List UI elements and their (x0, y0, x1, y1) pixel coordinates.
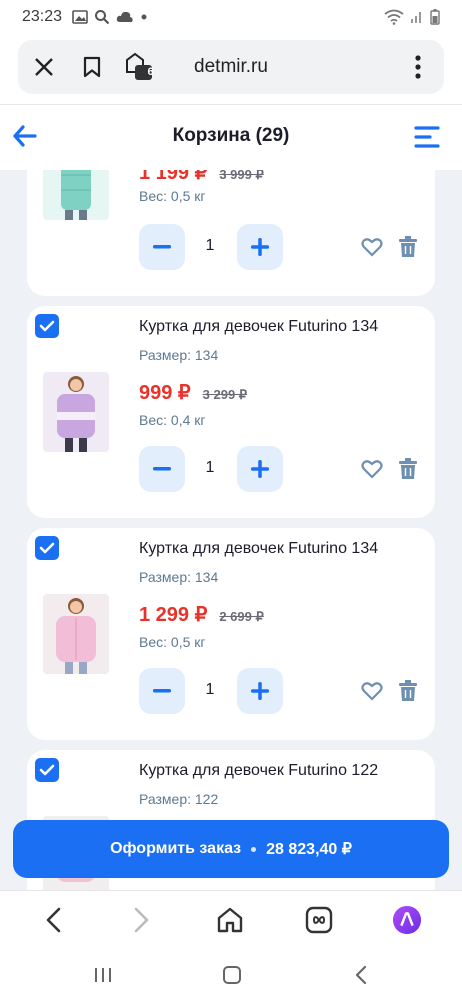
item-old-price: 3 299 ₽ (202, 387, 248, 402)
recent-apps-icon[interactable] (90, 962, 116, 988)
item-weight: Вес: 0,4 кг (139, 412, 206, 428)
close-icon[interactable] (30, 53, 58, 81)
item-checkbox[interactable] (35, 536, 59, 560)
item-checkbox[interactable] (35, 314, 59, 338)
favorite-heart-icon[interactable] (360, 457, 384, 481)
item-checkbox[interactable] (35, 758, 59, 782)
increase-qty-button[interactable] (237, 224, 283, 270)
item-weight: Вес: 0,5 кг (139, 634, 206, 650)
item-weight: Вес: 0,5 кг (139, 188, 206, 204)
home-system-icon[interactable] (219, 962, 245, 988)
signal-icon (411, 12, 421, 23)
tabs-switcher-icon[interactable] (304, 905, 334, 935)
decrease-qty-button[interactable] (139, 446, 185, 492)
delete-trash-icon[interactable] (396, 235, 420, 259)
product-image[interactable] (43, 594, 109, 674)
decrease-qty-button[interactable] (139, 668, 185, 714)
item-name[interactable]: Куртка для девочек Futurino 134 (139, 540, 378, 558)
tabs-icon[interactable]: 6 (122, 52, 156, 81)
cart-item: 1 199 ₽ 3 999 ₽ Вес: 0,5 кг 1 (27, 170, 435, 296)
separator-dot (251, 846, 257, 852)
decrease-qty-button[interactable] (139, 224, 185, 270)
battery-icon (430, 9, 440, 25)
bookmark-icon[interactable] (78, 53, 106, 81)
more-menu-icon[interactable] (404, 53, 432, 81)
gallery-icon (72, 10, 88, 24)
cart-list: 1 199 ₽ 3 999 ₽ Вес: 0,5 кг 1 Куртка для… (0, 170, 462, 900)
cloud-icon (116, 11, 133, 22)
item-name[interactable]: Куртка для девочек Futurino 122 (139, 762, 378, 780)
item-old-price: 2 699 ₽ (219, 609, 264, 624)
increase-qty-button[interactable] (237, 446, 283, 492)
menu-icon[interactable] (414, 125, 440, 154)
wifi-icon (384, 9, 404, 25)
delete-trash-icon[interactable] (396, 457, 420, 481)
item-price: 1 299 ₽ (139, 604, 208, 626)
favorite-heart-icon[interactable] (360, 235, 384, 259)
home-icon[interactable] (215, 905, 245, 935)
cart-header: Корзина (29) (0, 104, 462, 170)
item-name[interactable]: Куртка для девочек Futurino 134 (139, 318, 378, 336)
item-qty: 1 (205, 681, 215, 698)
delete-trash-icon[interactable] (396, 679, 420, 703)
dot-icon (141, 14, 147, 20)
status-time: 23:23 (22, 8, 63, 25)
item-size: Размер: 134 (139, 347, 219, 363)
favorite-heart-icon[interactable] (360, 679, 384, 703)
item-qty: 1 (205, 237, 215, 254)
item-price: 1 199 ₽ (139, 170, 208, 184)
browser-bottom-nav (0, 890, 462, 952)
item-price: 999 ₽ (139, 382, 191, 404)
item-old-price: 3 999 ₽ (219, 170, 264, 182)
cart-item: Куртка для девочек Futurino 134 Размер: … (27, 528, 435, 740)
item-size: Размер: 122 (139, 791, 219, 807)
url-bar[interactable]: 6 detmir.ru (18, 40, 444, 94)
product-image[interactable] (43, 372, 109, 452)
back-system-icon[interactable] (348, 962, 374, 988)
system-nav-bar (0, 952, 462, 1000)
browser-toolbar: 6 detmir.ru (0, 34, 462, 104)
checkout-total: 28 823,40 ₽ (266, 841, 352, 858)
increase-qty-button[interactable] (237, 668, 283, 714)
checkout-label: Оформить заказ (110, 840, 242, 857)
search-status-icon (95, 10, 110, 25)
page-title: Корзина (29) (172, 125, 290, 146)
item-qty: 1 (205, 459, 215, 476)
cart-item: Куртка для девочек Futurino 134 Размер: … (27, 306, 435, 518)
browser-back-icon[interactable] (38, 905, 68, 935)
checkout-button[interactable]: Оформить заказ 28 823,40 ₽ (13, 820, 449, 878)
browser-forward-icon[interactable] (127, 905, 157, 935)
tabs-count: 6 (147, 66, 154, 78)
item-size: Размер: 134 (139, 569, 219, 585)
alice-assistant-icon[interactable] (392, 905, 422, 935)
product-image[interactable] (43, 170, 109, 220)
status-bar: 23:23 (0, 0, 462, 34)
